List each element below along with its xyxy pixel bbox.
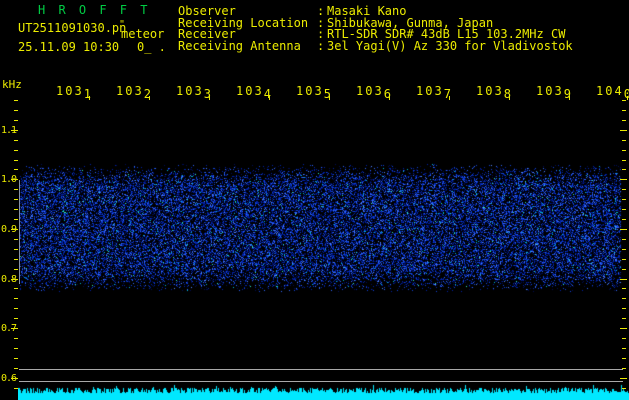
time-tick-label: 1039 <box>536 84 573 98</box>
freq-minor-tick-right <box>622 199 626 200</box>
time-tick <box>569 96 570 100</box>
freq-major-tick-right <box>620 378 627 379</box>
freq-minor-tick-right <box>622 368 626 369</box>
freq-tick-label: 1.0 <box>1 174 19 185</box>
time-tick <box>269 96 270 100</box>
freq-minor-tick-right <box>622 318 626 319</box>
freq-minor-tick <box>14 140 18 141</box>
freq-minor-tick-right <box>622 189 626 190</box>
freq-minor-tick-right <box>622 348 626 349</box>
output-filename: UT2511091030.pn <box>18 21 126 35</box>
time-tick <box>149 96 150 100</box>
freq-minor-tick <box>14 150 18 151</box>
freq-minor-tick <box>14 160 18 161</box>
info-row: Receiving Antenna:3el Yagi(V) Az 330 for… <box>178 41 573 52</box>
freq-minor-tick <box>14 259 18 260</box>
spectrogram-canvas <box>18 96 629 400</box>
time-tick <box>209 96 210 100</box>
freq-minor-tick-right <box>622 120 626 121</box>
freq-minor-tick-right <box>622 239 626 240</box>
freq-minor-tick-right <box>622 298 626 299</box>
freq-minor-tick-right <box>622 169 626 170</box>
freq-tick-label: 0.6 <box>1 373 19 384</box>
freq-minor-tick-right <box>622 160 626 161</box>
info-label: Receiving Antenna <box>178 41 317 52</box>
time-tick <box>449 96 450 100</box>
datetime-label: 25.11.09 10:30 <box>18 40 119 54</box>
freq-minor-tick-right <box>622 150 626 151</box>
freq-minor-tick <box>14 219 18 220</box>
time-tick-label: 1037 <box>416 84 453 98</box>
freq-tick-label: 1.1 <box>1 125 19 136</box>
info-value: 3el Yagi(V) Az 330 for Vladivostok <box>327 39 573 53</box>
reference-line-lower <box>19 381 623 382</box>
freq-tick-label: 0.9 <box>1 224 19 235</box>
freq-minor-tick <box>14 298 18 299</box>
freq-major-tick-right <box>620 130 627 131</box>
time-tick-label: 1038 <box>476 84 513 98</box>
time-tick-label: 1040 <box>596 84 629 98</box>
freq-minor-tick <box>14 368 18 369</box>
freq-minor-tick-right <box>622 100 626 101</box>
time-tick-label: 1033 <box>176 84 213 98</box>
echo-counter: 0_ . <box>137 40 166 54</box>
time-tick-label: 1035 <box>296 84 333 98</box>
freq-minor-tick <box>14 249 18 250</box>
info-separator: : <box>317 41 327 52</box>
freq-minor-tick <box>14 209 18 210</box>
freq-minor-tick <box>14 358 18 359</box>
freq-minor-tick <box>14 110 18 111</box>
freq-minor-tick-right <box>622 269 626 270</box>
freq-minor-tick-right <box>622 219 626 220</box>
time-tick-label: 1031 <box>56 84 93 98</box>
time-tick <box>329 96 330 100</box>
freq-minor-tick <box>14 308 18 309</box>
freq-tick-label: 0.8 <box>1 274 19 285</box>
freq-minor-tick <box>14 269 18 270</box>
freq-minor-tick <box>14 120 18 121</box>
freq-major-tick-right <box>620 229 627 230</box>
freq-minor-tick-right <box>622 288 626 289</box>
freq-minor-tick-right <box>622 249 626 250</box>
freq-major-tick-right <box>620 179 627 180</box>
freq-minor-tick-right <box>622 338 626 339</box>
freq-minor-tick-right <box>622 308 626 309</box>
freq-tick-label: 0.7 <box>1 323 19 334</box>
time-tick <box>627 96 628 100</box>
freq-minor-tick <box>14 388 18 389</box>
freq-minor-tick-right <box>622 140 626 141</box>
time-tick <box>509 96 510 100</box>
freq-minor-tick-right <box>622 259 626 260</box>
freq-minor-tick <box>14 288 18 289</box>
freq-minor-tick-right <box>622 209 626 210</box>
freq-minor-tick <box>14 348 18 349</box>
hrofft-screen: H R O F F T UT2511091030.pn " meteor 25.… <box>0 0 629 400</box>
freq-minor-tick <box>14 100 18 101</box>
reference-line-upper <box>19 369 623 370</box>
band-start-line <box>19 180 20 284</box>
freq-minor-tick <box>14 318 18 319</box>
freq-minor-tick-right <box>622 358 626 359</box>
freq-minor-tick <box>14 199 18 200</box>
time-tick <box>89 96 90 100</box>
freq-minor-tick <box>14 239 18 240</box>
time-tick-label: 1032 <box>116 84 153 98</box>
mode-label: meteor <box>121 27 164 41</box>
freq-minor-tick <box>14 169 18 170</box>
freq-minor-tick <box>14 338 18 339</box>
time-tick-label: 1036 <box>356 84 393 98</box>
freq-major-tick-right <box>620 279 627 280</box>
app-title: H R O F F T <box>38 3 150 17</box>
y-axis-unit-label: kHz <box>2 78 22 91</box>
freq-minor-tick-right <box>622 388 626 389</box>
freq-major-tick-right <box>620 328 627 329</box>
freq-minor-tick-right <box>622 110 626 111</box>
freq-minor-tick <box>14 189 18 190</box>
time-tick <box>389 96 390 100</box>
time-tick-label: 1034 <box>236 84 273 98</box>
